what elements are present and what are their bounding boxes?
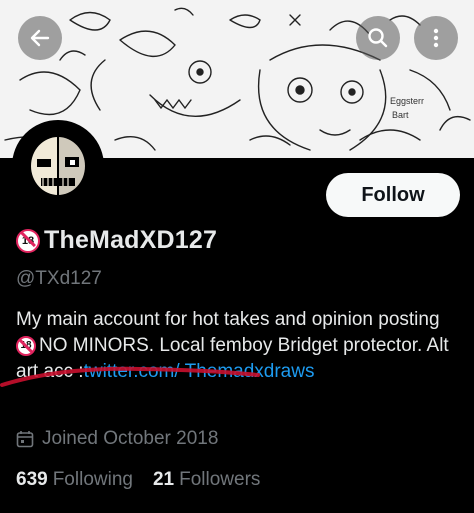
search-icon xyxy=(368,28,388,48)
followers-link[interactable]: 21 Followers xyxy=(153,469,260,491)
avatar-image xyxy=(15,123,101,209)
arrow-left-icon xyxy=(30,29,50,47)
back-button[interactable] xyxy=(18,16,62,60)
calendar-icon xyxy=(16,431,34,448)
more-vertical-icon xyxy=(433,28,439,48)
followers-label: Followers xyxy=(179,469,261,490)
avatar[interactable] xyxy=(12,120,104,212)
search-button[interactable] xyxy=(356,16,400,60)
user-handle: @TXd127 xyxy=(16,268,102,289)
profile-name-row: 18 TheMadXD127 xyxy=(16,226,217,255)
following-label: Following xyxy=(52,469,133,490)
more-options-button[interactable] xyxy=(414,16,458,60)
banner-doodle-text: Eggsterr xyxy=(390,96,424,106)
bio-text-1: My main account for hot takes and opinio… xyxy=(16,309,440,330)
red-underline-annotation xyxy=(0,366,260,387)
following-count: 639 xyxy=(16,469,48,490)
joined-date: Joined October 2018 xyxy=(16,428,218,450)
follow-button[interactable]: Follow xyxy=(326,173,460,217)
follow-stats: 639 Following 21 Followers xyxy=(16,469,260,491)
no-under-18-icon: 18 xyxy=(16,228,40,253)
display-name: TheMadXD127 xyxy=(44,226,218,254)
followers-count: 21 xyxy=(152,469,175,490)
no-under-18-icon: 18 xyxy=(16,335,36,356)
banner-doodle-text-2: Bart xyxy=(392,110,409,120)
joined-text: Joined October 2018 xyxy=(42,428,219,449)
following-link[interactable]: 639 Following xyxy=(16,469,133,491)
